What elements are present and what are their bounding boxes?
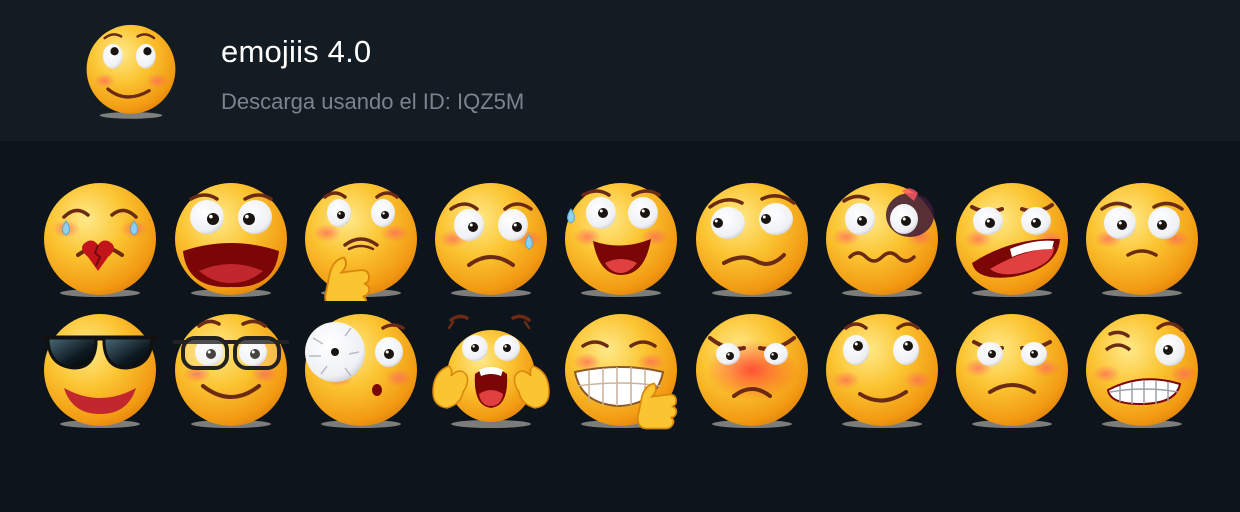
nervous-laugh-sweat-emoji[interactable] xyxy=(559,177,683,301)
broken-heart-sad-emoji[interactable] xyxy=(38,177,162,301)
angry-frown-emoji[interactable] xyxy=(690,308,814,432)
pack-title: emojiis 4.0 xyxy=(221,34,372,69)
side-eye-skeptical-emoji[interactable] xyxy=(690,177,814,301)
pack-icon xyxy=(80,20,182,122)
screaming-hands-face-emoji[interactable] xyxy=(429,308,553,432)
sad-tear-emoji[interactable] xyxy=(429,177,553,301)
annoyed-frown-emoji[interactable] xyxy=(950,308,1074,432)
cracked-eye-whistle-emoji[interactable] xyxy=(299,308,423,432)
worried-pleading-emoji[interactable] xyxy=(1080,177,1204,301)
sunglasses-smile-emoji[interactable] xyxy=(38,308,162,432)
thinking-hand-chin-emoji[interactable] xyxy=(299,177,423,301)
grinning-thumbs-up-emoji[interactable] xyxy=(559,308,683,432)
black-eye-wavy-mouth-emoji[interactable] xyxy=(820,177,944,301)
glasses-smile-emoji[interactable] xyxy=(169,308,293,432)
blushing-smile-emoji[interactable] xyxy=(820,308,944,432)
sticker-pack-header: emojiis 4.0 Descarga usando el ID: IQZ5M xyxy=(0,0,1240,141)
grimacing-teeth-emoji[interactable] xyxy=(1080,308,1204,432)
pack-subtitle: Descarga usando el ID: IQZ5M xyxy=(221,89,525,114)
shocked-open-mouth-emoji[interactable] xyxy=(169,177,293,301)
sticker-grid xyxy=(0,141,1240,512)
angry-shouting-emoji[interactable] xyxy=(950,177,1074,301)
